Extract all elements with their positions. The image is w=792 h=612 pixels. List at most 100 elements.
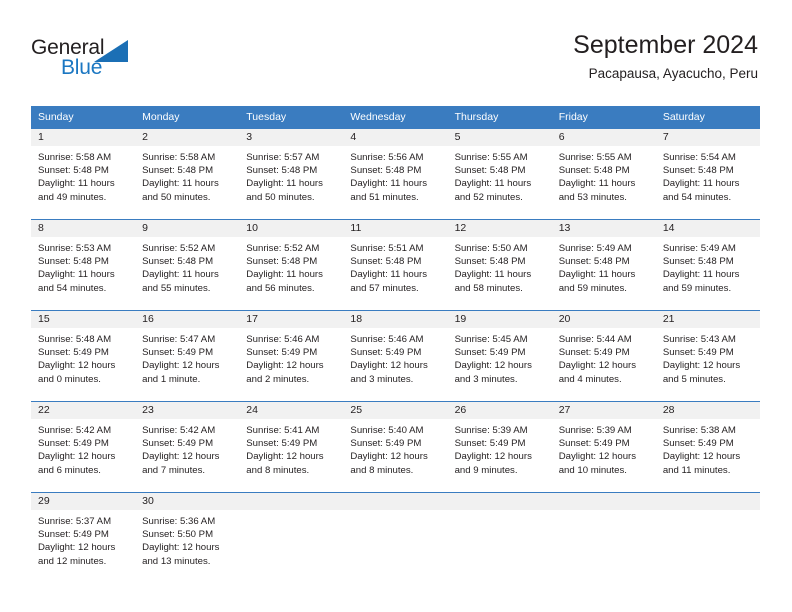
day-cell-content: 12 Sunrise: 5:50 AM Sunset: 5:48 PM Dayligh…: [447, 220, 552, 310]
day-cell-content: 4 Sunrise: 5:56 AM Sunset: 5:48 PM Daylight…: [343, 129, 448, 219]
day-details: Sunrise: 5:50 AM Sunset: 5:48 PM Daylight:…: [448, 237, 552, 295]
day-number: 2: [135, 129, 240, 146]
sunset-time: Sunset: 5:49 PM: [142, 347, 214, 359]
day-number: 16: [135, 311, 240, 328]
day-cell-content: 19 Sunrise: 5:45 AM Sunset: 5:49 PM Dayligh…: [447, 311, 552, 401]
sunrise-time: Sunrise: 5:38 AM: [662, 425, 736, 436]
sunrise-time: Sunrise: 5:55 AM: [558, 152, 632, 163]
calendar-day-cell[interactable]: 26 Sunrise: 5:39 AM Sunset: 5:49 PM Dayligh…: [447, 401, 552, 493]
sunset-time: Sunset: 5:48 PM: [662, 165, 734, 177]
calendar-day-cell[interactable]: 21 Sunrise: 5:43 AM Sunset: 5:49 PM Dayligh…: [655, 310, 760, 402]
calendar-day-cell[interactable]: 18 Sunrise: 5:46 AM Sunset: 5:49 PM Dayligh…: [343, 310, 448, 402]
calendar-day-cell[interactable]: 16 Sunrise: 5:47 AM Sunset: 5:49 PM Dayligh…: [135, 310, 240, 402]
calendar-day-cell[interactable]: 10 Sunrise: 5:52 AM Sunset: 5:48 PM Dayligh…: [239, 219, 344, 311]
calendar-day-cell[interactable]: 19 Sunrise: 5:45 AM Sunset: 5:49 PM Dayligh…: [447, 310, 552, 402]
calendar-day-cell[interactable]: 15 Sunrise: 5:48 AM Sunset: 5:49 PM Dayligh…: [31, 310, 136, 402]
sunrise-time: Sunrise: 5:46 AM: [246, 334, 320, 345]
calendar-day-cell[interactable]: 14 Sunrise: 5:49 AM Sunset: 5:48 PM Dayligh…: [655, 219, 760, 311]
sunset-time: Sunset: 5:49 PM: [38, 438, 109, 450]
sunset-time: Sunset: 5:49 PM: [38, 529, 109, 541]
sunset-time: Sunset: 5:48 PM: [38, 165, 109, 177]
day-number: 30: [135, 493, 240, 510]
sunrise-time: Sunrise: 5:55 AM: [454, 152, 528, 163]
sunset-time: Sunset: 5:48 PM: [558, 165, 630, 177]
calendar-day-cell[interactable]: 22 Sunrise: 5:42 AM Sunset: 5:49 PM Dayligh…: [31, 401, 136, 493]
daylight-duration-line1: Daylight: 11 hours: [38, 178, 115, 190]
general-blue-logo[interactable]: General Blue: [31, 36, 151, 82]
calendar-day-cell[interactable]: 24 Sunrise: 5:41 AM Sunset: 5:49 PM Dayligh…: [239, 401, 344, 493]
logo-word-blue: Blue: [61, 56, 103, 79]
calendar-day-cell[interactable]: 27 Sunrise: 5:39 AM Sunset: 5:49 PM Dayligh…: [551, 401, 656, 493]
sunrise-time: Sunrise: 5:36 AM: [142, 516, 216, 527]
calendar-day-cell[interactable]: 2 Sunrise: 5:58 AM Sunset: 5:48 PM Daylight…: [135, 128, 240, 220]
sunrise-time: Sunrise: 5:54 AM: [662, 152, 736, 163]
day-number: 27: [551, 402, 656, 419]
calendar-day-cell[interactable]: 29 Sunrise: 5:37 AM Sunset: 5:49 PM Dayligh…: [31, 492, 136, 583]
calendar-day-cell[interactable]: 3 Sunrise: 5:57 AM Sunset: 5:48 PM Daylight…: [239, 128, 344, 220]
day-cell-content: 11 Sunrise: 5:51 AM Sunset: 5:48 PM Dayligh…: [343, 220, 448, 310]
calendar-day-cell[interactable]: 11 Sunrise: 5:51 AM Sunset: 5:48 PM Dayligh…: [343, 219, 448, 311]
daylight-duration-line1: Daylight: 12 hours: [246, 451, 324, 463]
calendar-day-cell[interactable]: 7 Sunrise: 5:54 AM Sunset: 5:48 PM Daylight…: [655, 128, 760, 220]
day-number: 24: [239, 402, 344, 419]
daylight-duration-line1: Daylight: 11 hours: [454, 178, 532, 190]
sunset-time: Sunset: 5:49 PM: [246, 347, 318, 359]
daylight-duration-line2: and 7 minutes.: [142, 464, 206, 476]
day-cell-content: 20 Sunrise: 5:44 AM Sunset: 5:49 PM Dayligh…: [551, 311, 656, 401]
daylight-duration-line2: and 5 minutes.: [662, 373, 726, 385]
calendar-head: Sunday Monday Tuesday Wednesday Thursday…: [31, 106, 760, 129]
daylight-duration-line2: and 1 minute.: [142, 373, 201, 385]
calendar-day-cell[interactable]: 8 Sunrise: 5:53 AM Sunset: 5:48 PM Daylight…: [31, 219, 136, 311]
weekday-header-sunday: Sunday: [31, 106, 136, 129]
day-cell-content: 14 Sunrise: 5:49 AM Sunset: 5:48 PM Dayligh…: [655, 220, 760, 310]
day-cell-content: 17 Sunrise: 5:46 AM Sunset: 5:49 PM Dayligh…: [239, 311, 344, 401]
day-number: 1: [31, 129, 136, 146]
day-details: Sunrise: 5:44 AM Sunset: 5:49 PM Daylight:…: [552, 328, 656, 386]
calendar-day-cell[interactable]: 20 Sunrise: 5:44 AM Sunset: 5:49 PM Dayligh…: [551, 310, 656, 402]
day-details: Sunrise: 5:54 AM Sunset: 5:48 PM Daylight:…: [656, 146, 760, 204]
calendar-day-cell[interactable]: 9 Sunrise: 5:52 AM Sunset: 5:48 PM Daylight…: [135, 219, 240, 311]
day-details: Sunrise: 5:57 AM Sunset: 5:48 PM Daylight:…: [239, 146, 343, 204]
day-number: [239, 493, 344, 510]
daylight-duration-line2: and 54 minutes.: [38, 282, 107, 294]
day-cell-content: 8 Sunrise: 5:53 AM Sunset: 5:48 PM Daylight…: [31, 220, 136, 310]
calendar-day-cell: [447, 492, 552, 583]
calendar-day-cell: [239, 492, 344, 583]
calendar-day-cell[interactable]: 1 Sunrise: 5:58 AM Sunset: 5:48 PM Daylight…: [31, 128, 136, 220]
day-cell-content: [551, 493, 656, 583]
daylight-duration-line1: Daylight: 12 hours: [246, 360, 324, 372]
day-details: Sunrise: 5:53 AM Sunset: 5:48 PM Daylight:…: [31, 237, 135, 295]
day-cell-content: 2 Sunrise: 5:58 AM Sunset: 5:48 PM Daylight…: [135, 129, 240, 219]
calendar-day-cell[interactable]: 5 Sunrise: 5:55 AM Sunset: 5:48 PM Daylight…: [447, 128, 552, 220]
day-number: 9: [135, 220, 240, 237]
daylight-duration-line1: Daylight: 12 hours: [350, 451, 428, 463]
day-details: Sunrise: 5:37 AM Sunset: 5:49 PM Daylight:…: [31, 510, 135, 568]
sunset-time: Sunset: 5:49 PM: [350, 438, 422, 450]
calendar-day-cell[interactable]: 30 Sunrise: 5:36 AM Sunset: 5:50 PM Dayligh…: [135, 492, 240, 583]
daylight-duration-line1: Daylight: 11 hours: [662, 269, 740, 281]
day-cell-content: 25 Sunrise: 5:40 AM Sunset: 5:49 PM Dayligh…: [343, 402, 448, 492]
day-number: 18: [343, 311, 448, 328]
calendar-day-cell[interactable]: 6 Sunrise: 5:55 AM Sunset: 5:48 PM Daylight…: [551, 128, 656, 220]
calendar-day-cell[interactable]: 25 Sunrise: 5:40 AM Sunset: 5:49 PM Dayligh…: [343, 401, 448, 493]
day-details: [656, 510, 760, 515]
calendar-day-cell[interactable]: 23 Sunrise: 5:42 AM Sunset: 5:49 PM Dayligh…: [135, 401, 240, 493]
calendar-day-cell[interactable]: 13 Sunrise: 5:49 AM Sunset: 5:48 PM Dayligh…: [551, 219, 656, 311]
daylight-duration-line1: Daylight: 11 hours: [662, 178, 740, 190]
daylight-duration-line1: Daylight: 11 hours: [350, 178, 428, 190]
calendar-day-cell[interactable]: 17 Sunrise: 5:46 AM Sunset: 5:49 PM Dayligh…: [239, 310, 344, 402]
daylight-duration-line2: and 3 minutes.: [350, 373, 414, 385]
daylight-duration-line1: Daylight: 11 hours: [246, 178, 323, 190]
calendar-day-cell[interactable]: 28 Sunrise: 5:38 AM Sunset: 5:49 PM Dayligh…: [655, 401, 760, 493]
daylight-duration-line2: and 59 minutes.: [662, 282, 732, 294]
sunset-time: Sunset: 5:50 PM: [142, 529, 214, 541]
day-details: Sunrise: 5:36 AM Sunset: 5:50 PM Daylight:…: [135, 510, 239, 568]
daylight-duration-line2: and 9 minutes.: [454, 464, 518, 476]
day-details: [552, 510, 656, 515]
day-cell-content: 15 Sunrise: 5:48 AM Sunset: 5:49 PM Dayligh…: [31, 311, 136, 401]
calendar-day-cell[interactable]: 12 Sunrise: 5:50 AM Sunset: 5:48 PM Dayligh…: [447, 219, 552, 311]
daylight-duration-line1: Daylight: 11 hours: [558, 178, 636, 190]
day-number: 7: [655, 129, 760, 146]
calendar-day-cell[interactable]: 4 Sunrise: 5:56 AM Sunset: 5:48 PM Daylight…: [343, 128, 448, 220]
day-cell-content: 30 Sunrise: 5:36 AM Sunset: 5:50 PM Dayligh…: [135, 493, 240, 583]
